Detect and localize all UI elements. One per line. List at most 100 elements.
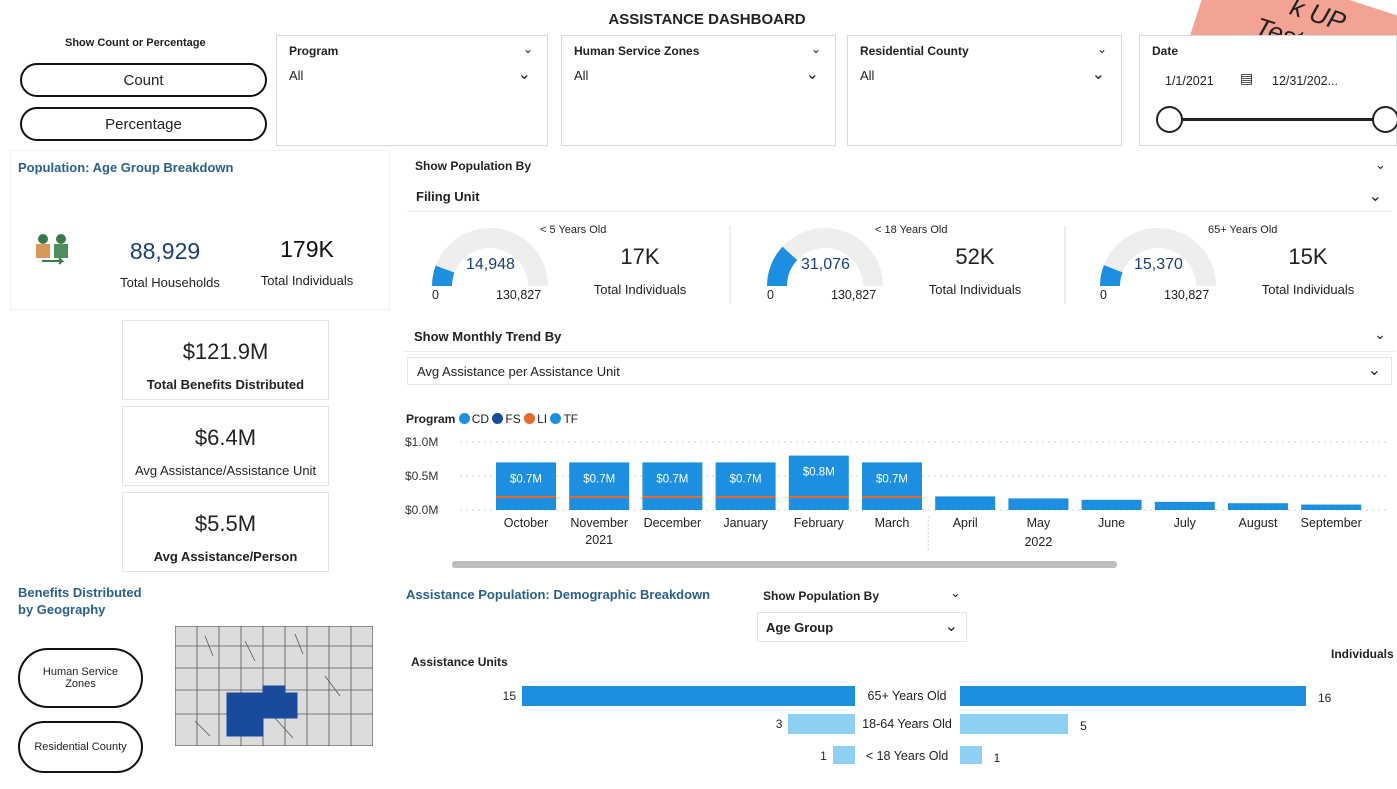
- x-tick-label: January: [723, 516, 768, 530]
- gauge-value: 15,370: [1134, 256, 1183, 273]
- human-service-zones-button[interactable]: Human Service Zones: [18, 648, 143, 708]
- legend-item-li[interactable]: LI: [524, 412, 547, 426]
- gauge-min: 0: [1100, 288, 1107, 302]
- bar[interactable]: [715, 462, 776, 510]
- gauge-title: < 5 Years Old: [540, 224, 607, 236]
- x-tick-label: April: [953, 516, 978, 530]
- bar[interactable]: [569, 462, 630, 510]
- geo-header: Benefits Distributed by Geography: [18, 585, 142, 617]
- calendar-icon[interactable]: ▤: [1240, 70, 1253, 87]
- gauge-individuals-value: 17K: [620, 244, 660, 269]
- total-households-value: 88,929: [129, 238, 201, 264]
- county-slicer-value[interactable]: All: [860, 68, 874, 83]
- chevron-down-icon[interactable]: ⌄: [1097, 42, 1107, 56]
- gauge-title: < 18 Years Old: [875, 224, 948, 236]
- kpi-value: $5.5M: [194, 511, 257, 536]
- kpi-label: Total Benefits Distributed: [146, 377, 305, 392]
- chevron-down-icon[interactable]: ⌄: [945, 616, 958, 636]
- chart-scrollbar[interactable]: [452, 561, 1117, 568]
- chevron-down-icon[interactable]: ⌄: [811, 42, 821, 56]
- population-filter-dropdown[interactable]: Filing Unit ⌄: [407, 184, 1392, 212]
- x-tick-label: November: [570, 516, 628, 530]
- chevron-down-icon[interactable]: ⌄: [950, 585, 961, 601]
- gauge-individuals-value: 52K: [955, 244, 995, 269]
- units-value: 1: [820, 749, 827, 763]
- monthly-trend-dropdown[interactable]: Avg Assistance per Assistance Unit ⌄: [407, 357, 1392, 385]
- gauge-max: 130,827: [1164, 288, 1210, 302]
- bar-data-label: $0.7M: [583, 473, 615, 485]
- legend-dot: [492, 413, 504, 424]
- demographic-dropdown[interactable]: Age Group ⌄: [757, 612, 967, 642]
- monthly-trend-value: Avg Assistance per Assistance Unit: [417, 364, 620, 379]
- program-slicer[interactable]: Program ⌄ All ⌄: [276, 35, 548, 146]
- gauge-max: 130,827: [496, 288, 542, 302]
- bar-data-label: $0.7M: [656, 473, 688, 485]
- chevron-down-icon[interactable]: ⌄: [1374, 326, 1386, 343]
- individuals-value: 1: [993, 751, 1001, 765]
- gauge-individuals-label: Total Individuals: [593, 282, 687, 297]
- chevron-down-icon[interactable]: ⌄: [1368, 360, 1381, 380]
- gauge-individuals-label: Total Individuals: [928, 282, 1022, 297]
- gauge-value: 31,076: [801, 256, 850, 273]
- kpi-label: Avg Assistance/Person: [153, 549, 298, 564]
- bar[interactable]: [496, 462, 556, 510]
- county-slicer[interactable]: Residential County ⌄ All ⌄: [847, 35, 1122, 146]
- chevron-down-icon[interactable]: ⌄: [1092, 64, 1105, 84]
- individuals-bar[interactable]: [960, 714, 1069, 734]
- legend-item-fs[interactable]: FS: [492, 412, 521, 426]
- date-end-input[interactable]: 12/31/202...: [1272, 74, 1338, 88]
- x-tick-label: July: [1174, 516, 1197, 530]
- age-group-label: < 18 Years Old: [865, 749, 949, 763]
- bar[interactable]: [1154, 501, 1215, 510]
- gauge-min: 0: [767, 288, 774, 302]
- units-bar[interactable]: [522, 686, 855, 706]
- demographic-header: Assistance Population: Demographic Break…: [406, 587, 711, 602]
- zones-slicer[interactable]: Human Service Zones ⌄ All ⌄: [561, 35, 836, 146]
- zones-slicer-value[interactable]: All: [574, 68, 588, 83]
- bar[interactable]: [1081, 499, 1142, 510]
- kpi-value: $6.4M: [194, 425, 257, 450]
- bar[interactable]: [1228, 503, 1288, 510]
- year-label: 2022: [1024, 535, 1052, 549]
- bar[interactable]: [1008, 498, 1069, 510]
- legend-item-cd[interactable]: CD: [458, 412, 489, 426]
- kpi-card-total-benefits: $121.9M Total Benefits Distributed: [122, 320, 329, 400]
- date-slicer[interactable]: Date 1/1/2021 ▤ 12/31/202...: [1139, 35, 1397, 146]
- individuals-bar[interactable]: [960, 686, 1306, 706]
- individuals-value: 5: [1080, 719, 1087, 733]
- population-header: Population: Age Group Breakdown: [18, 160, 234, 175]
- program-slicer-value[interactable]: All: [289, 68, 303, 83]
- gauge-max: 130,827: [831, 288, 877, 302]
- units-value: 3: [775, 717, 783, 731]
- county-slicer-label: Residential County: [860, 44, 969, 58]
- chevron-down-icon[interactable]: ⌄: [518, 64, 531, 84]
- bar[interactable]: [1301, 504, 1362, 510]
- date-start-input[interactable]: 1/1/2021: [1165, 74, 1214, 88]
- x-tick-label: February: [794, 516, 845, 530]
- units-bar[interactable]: [832, 746, 855, 764]
- chevron-down-icon[interactable]: ⌄: [523, 42, 533, 56]
- chevron-down-icon[interactable]: ⌄: [806, 64, 819, 84]
- residential-county-button[interactable]: Residential County: [18, 721, 143, 773]
- gauge-min: 0: [432, 288, 439, 302]
- date-range-start-handle[interactable]: [1156, 106, 1183, 133]
- date-range-end-handle[interactable]: [1372, 106, 1397, 133]
- north-dakota-map[interactable]: [175, 626, 373, 746]
- bar[interactable]: [862, 462, 922, 510]
- x-tick-label: September: [1301, 516, 1362, 530]
- units-bar[interactable]: [788, 714, 855, 734]
- page-title: ASSISTANCE DASHBOARD: [608, 11, 806, 28]
- monthly-trend-label-row[interactable]: Show Monthly Trend By ⌄: [402, 322, 1396, 352]
- bar[interactable]: [935, 496, 996, 510]
- age-group-label: 65+ Years Old: [867, 689, 947, 703]
- bar-li-segment: [496, 496, 556, 498]
- individuals-bar[interactable]: [960, 746, 982, 764]
- percentage-button[interactable]: Percentage: [20, 107, 267, 141]
- bar[interactable]: [788, 455, 849, 510]
- bar-li-segment: [715, 496, 776, 498]
- count-button[interactable]: Count: [20, 63, 267, 97]
- chevron-down-icon[interactable]: ⌄: [1375, 157, 1386, 173]
- bar[interactable]: [642, 462, 703, 510]
- chevron-down-icon[interactable]: ⌄: [1369, 186, 1382, 206]
- legend-item-tf[interactable]: TF: [550, 412, 578, 426]
